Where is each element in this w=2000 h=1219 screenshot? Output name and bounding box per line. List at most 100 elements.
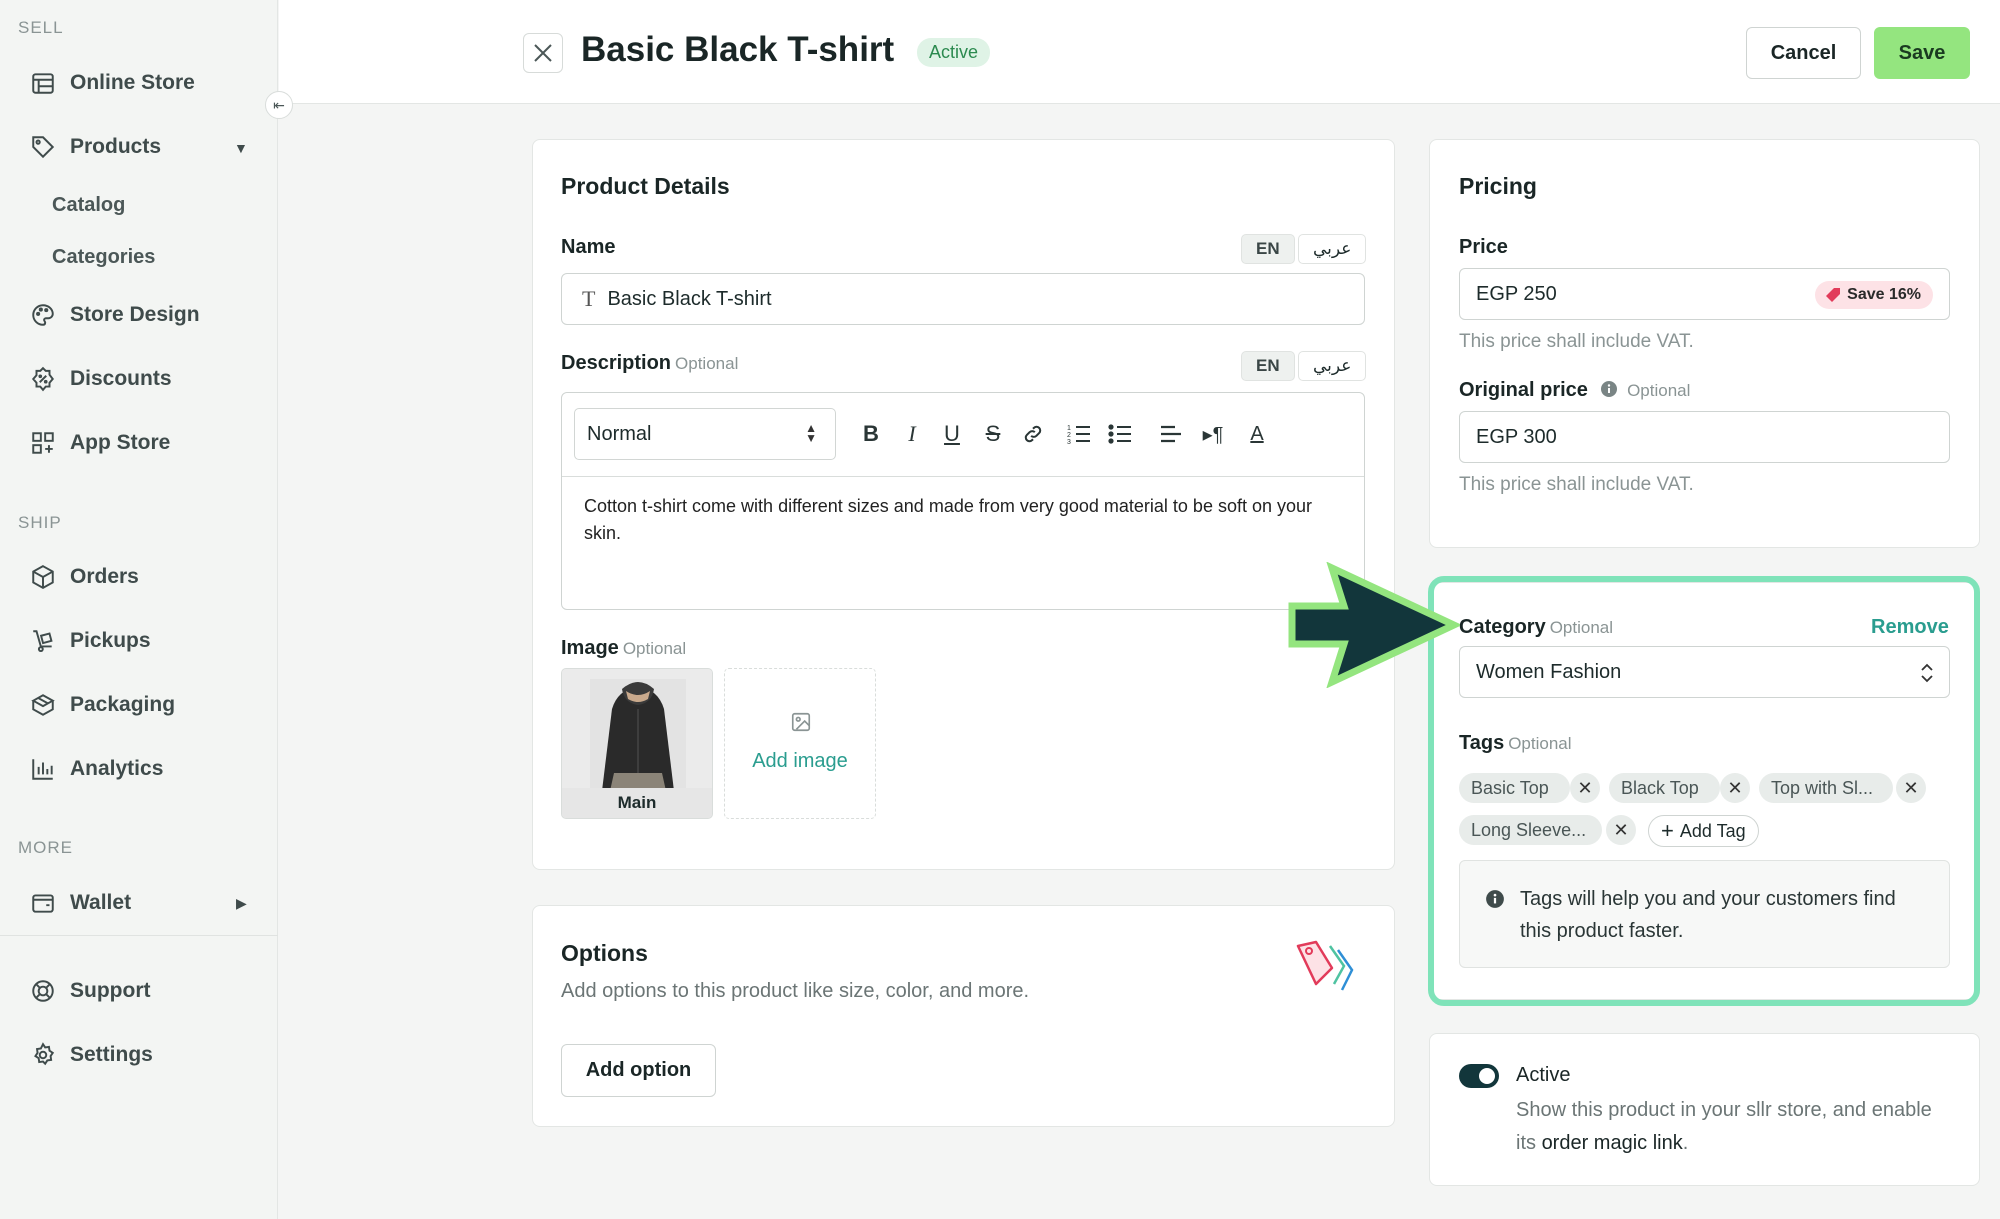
sidebar-item-store-design[interactable]: Store Design bbox=[30, 295, 200, 335]
optional-tag: Optional bbox=[1508, 734, 1572, 753]
strikethrough-icon[interactable]: S bbox=[978, 419, 1008, 449]
optional-tag: Optional bbox=[622, 639, 687, 658]
tag-icon bbox=[32, 136, 55, 159]
sidebar-item-label: Store Design bbox=[70, 303, 200, 326]
sidebar-item-label: Support bbox=[70, 979, 151, 1002]
ordered-list-icon[interactable]: 123 bbox=[1064, 419, 1094, 449]
description-label-text: Description bbox=[561, 352, 672, 374]
image-label: Image Optional bbox=[561, 637, 686, 660]
category-value: Women Fashion bbox=[1476, 660, 1622, 683]
image-label-text: Image bbox=[561, 637, 619, 659]
price-vat-note: This price shall include VAT. bbox=[1459, 331, 1694, 352]
tag-chip: Basic Top bbox=[1459, 773, 1570, 803]
product-image-thumbnail[interactable]: Main bbox=[561, 668, 713, 819]
status-badge: Active bbox=[917, 38, 991, 67]
text-color-icon[interactable]: A bbox=[1242, 419, 1272, 449]
save-button[interactable]: Save bbox=[1874, 27, 1970, 79]
sidebar-item-categories[interactable]: Categories bbox=[52, 246, 155, 269]
description-editor[interactable]: Normal ▲ ▼ B I U S 123 ▸¶ A Cotton t-shir… bbox=[561, 392, 1365, 610]
chevron-right-icon[interactable]: ▶ bbox=[236, 895, 247, 912]
lang-en-toggle[interactable]: EN bbox=[1241, 234, 1295, 264]
dolly-icon bbox=[33, 630, 53, 653]
close-icon bbox=[534, 44, 552, 62]
active-description-suffix: . bbox=[1682, 1132, 1689, 1154]
active-toggle[interactable] bbox=[1459, 1064, 1499, 1088]
page-title: Basic Black T-shirt bbox=[581, 30, 895, 69]
remove-tag-icon[interactable]: ✕ bbox=[1606, 815, 1636, 845]
add-tag-label: Add Tag bbox=[1679, 820, 1746, 841]
sidebar-item-discounts[interactable]: Discounts bbox=[30, 359, 172, 399]
chevron-down-icon[interactable]: ▼ bbox=[234, 140, 248, 156]
underline-icon[interactable]: U bbox=[937, 419, 967, 449]
format-select-value: Normal bbox=[587, 422, 652, 445]
active-description: Show this product in your sllr store, an… bbox=[1516, 1094, 1946, 1160]
original-price-field[interactable]: EGP 300 bbox=[1459, 411, 1950, 463]
remove-tag-icon[interactable]: ✕ bbox=[1720, 773, 1750, 803]
sidebar-item-label: Analytics bbox=[70, 757, 164, 780]
align-icon[interactable] bbox=[1156, 419, 1186, 449]
sidebar-item-wallet[interactable]: Wallet bbox=[30, 883, 131, 923]
sidebar-item-label: Packaging bbox=[70, 693, 176, 716]
plus-icon: + bbox=[1661, 818, 1674, 843]
bullet-list-icon[interactable] bbox=[1105, 419, 1135, 449]
bar-chart-icon bbox=[32, 759, 53, 780]
box-icon bbox=[32, 565, 54, 589]
price-field[interactable]: EGP 250 Save 16% bbox=[1459, 268, 1950, 320]
lang-ar-toggle[interactable]: عربي bbox=[1298, 234, 1367, 264]
editor-toolbar: Normal ▲ ▼ B I U S 123 ▸¶ A bbox=[562, 393, 1364, 477]
remove-tag-icon[interactable]: ✕ bbox=[1570, 773, 1600, 803]
description-text[interactable]: Cotton t-shirt come with different sizes… bbox=[584, 493, 1344, 547]
tag-chip: Top with Sl... bbox=[1759, 773, 1893, 803]
bold-icon[interactable]: B bbox=[856, 419, 886, 449]
image-caption: Main bbox=[562, 788, 712, 818]
text-direction-icon[interactable]: ▸¶ bbox=[1198, 419, 1228, 449]
options-subtitle: Add options to this product like size, c… bbox=[561, 980, 1030, 1002]
remove-category-link[interactable]: Remove bbox=[1871, 616, 1949, 639]
sidebar-divider bbox=[0, 935, 278, 936]
section-label-ship: SHIP bbox=[18, 513, 62, 532]
add-image-button[interactable]: Add image bbox=[724, 668, 876, 819]
desc-lang-ar-toggle[interactable]: عربي bbox=[1298, 351, 1367, 381]
category-select[interactable]: Women Fashion bbox=[1459, 646, 1950, 698]
italic-icon[interactable]: I bbox=[897, 419, 927, 449]
discount-icon bbox=[31, 366, 54, 392]
order-magic-link[interactable]: order magic link bbox=[1542, 1132, 1683, 1154]
close-button[interactable] bbox=[523, 33, 563, 73]
sidebar-item-app-store[interactable]: App Store bbox=[30, 423, 170, 463]
original-price-value: EGP 300 bbox=[1476, 425, 1557, 448]
product-photo bbox=[562, 669, 712, 791]
tag-icon bbox=[1826, 288, 1841, 302]
add-tag-button[interactable]: + Add Tag bbox=[1648, 815, 1759, 847]
sidebar-item-support[interactable]: Support bbox=[30, 971, 150, 1011]
sidebar-item-catalog[interactable]: Catalog bbox=[52, 194, 125, 217]
remove-tag-icon[interactable]: ✕ bbox=[1896, 773, 1926, 803]
sidebar-item-orders[interactable]: Orders bbox=[30, 557, 139, 597]
original-price-label: Original price Optional bbox=[1459, 379, 1690, 402]
sidebar-item-products[interactable]: Products bbox=[30, 127, 161, 167]
description-label: Description Optional bbox=[561, 352, 738, 375]
name-label: Name bbox=[561, 236, 616, 258]
sidebar-item-label: Products bbox=[70, 135, 162, 158]
add-option-button[interactable]: Add option bbox=[561, 1044, 716, 1097]
desc-lang-en-toggle[interactable]: EN bbox=[1241, 351, 1295, 381]
select-arrows-icon bbox=[1921, 663, 1933, 683]
info-icon[interactable] bbox=[1600, 380, 1618, 398]
tags-label: Tags Optional bbox=[1459, 732, 1572, 755]
sidebar-item-settings[interactable]: Settings bbox=[30, 1035, 153, 1075]
sidebar-item-packaging[interactable]: Packaging bbox=[30, 685, 175, 725]
format-select[interactable]: Normal ▲ ▼ bbox=[574, 408, 836, 460]
sidebar-item-pickups[interactable]: Pickups bbox=[30, 621, 151, 661]
collapse-sidebar-icon[interactable]: ⇤ bbox=[265, 91, 293, 119]
name-field[interactable]: T Basic Black T-shirt bbox=[561, 273, 1365, 325]
wallet-icon bbox=[32, 894, 54, 913]
sidebar-item-online-store[interactable]: Online Store bbox=[30, 63, 195, 103]
sidebar-item-label: Online Store bbox=[70, 71, 195, 94]
category-label-text: Category bbox=[1459, 616, 1546, 638]
select-arrows-icon: ▲ ▼ bbox=[805, 421, 817, 445]
sidebar-item-analytics[interactable]: Analytics bbox=[30, 749, 163, 789]
grid-plus-icon bbox=[32, 432, 54, 454]
link-icon[interactable] bbox=[1018, 419, 1048, 449]
options-title: Options bbox=[561, 940, 648, 966]
optional-tag: Optional bbox=[1549, 618, 1614, 637]
cancel-button[interactable]: Cancel bbox=[1746, 27, 1861, 79]
